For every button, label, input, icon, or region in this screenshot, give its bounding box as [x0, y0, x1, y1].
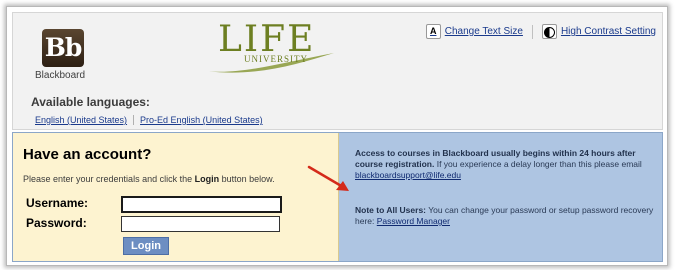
language-link-pro-ed-english[interactable]: Pro-Ed English (United States) — [140, 115, 263, 125]
info-panel: Access to courses in Blackboard usually … — [355, 148, 657, 227]
login-instructions-suffix: button below. — [219, 174, 275, 184]
change-text-size-label: Change Text Size — [444, 26, 523, 37]
high-contrast-label: High Contrast Setting — [560, 26, 656, 37]
login-instructions: Please enter your credentials and click … — [23, 174, 275, 184]
change-text-size-link[interactable]: A Change Text Size — [425, 24, 523, 39]
blackboard-logo-label: Blackboard — [35, 70, 86, 81]
text-size-icon: A — [425, 24, 441, 39]
login-instructions-prefix: Please enter your credentials and click … — [23, 174, 195, 184]
password-label: Password: — [26, 216, 87, 230]
login-page-frame: Bb Blackboard LIFE UNIVERSITY A Change T… — [6, 6, 668, 266]
life-logo-subtitle: UNIVERSITY — [244, 54, 308, 64]
password-note: Note to All Users: You can change your p… — [355, 205, 657, 227]
password-manager-link[interactable]: Password Manager — [377, 216, 450, 226]
life-university-logo: LIFE UNIVERSITY — [200, 19, 345, 79]
red-arrow-icon — [307, 165, 349, 191]
language-divider — [133, 115, 135, 125]
languages-heading: Available languages: — [31, 95, 150, 109]
contrast-icon — [541, 24, 557, 39]
login-button[interactable]: Login — [123, 237, 169, 255]
languages-list: English (United States) Pro-Ed English (… — [35, 115, 263, 125]
blackboard-logo: Bb — [42, 29, 84, 67]
access-notice: Access to courses in Blackboard usually … — [355, 148, 657, 181]
username-input[interactable] — [121, 196, 282, 213]
accessibility-links: A Change Text Size High Contrast Setting — [425, 24, 656, 39]
access-notice-text: If you experience a delay longer than th… — [434, 159, 642, 169]
language-link-english[interactable]: English (United States) — [35, 115, 127, 125]
password-note-bold: Note to All Users: — [355, 205, 427, 215]
page-header: Bb Blackboard LIFE UNIVERSITY A Change T… — [12, 12, 663, 130]
login-instructions-bold: Login — [194, 174, 220, 184]
username-label: Username: — [26, 196, 89, 210]
high-contrast-link[interactable]: High Contrast Setting — [541, 24, 656, 39]
password-input[interactable] — [121, 216, 280, 232]
login-box: Have an account? Please enter your crede… — [13, 133, 339, 261]
login-title: Have an account? — [23, 146, 152, 163]
support-email-link[interactable]: blackboardsupport@life.edu — [355, 170, 461, 180]
login-section: Have an account? Please enter your crede… — [12, 132, 663, 262]
link-divider — [531, 24, 533, 39]
